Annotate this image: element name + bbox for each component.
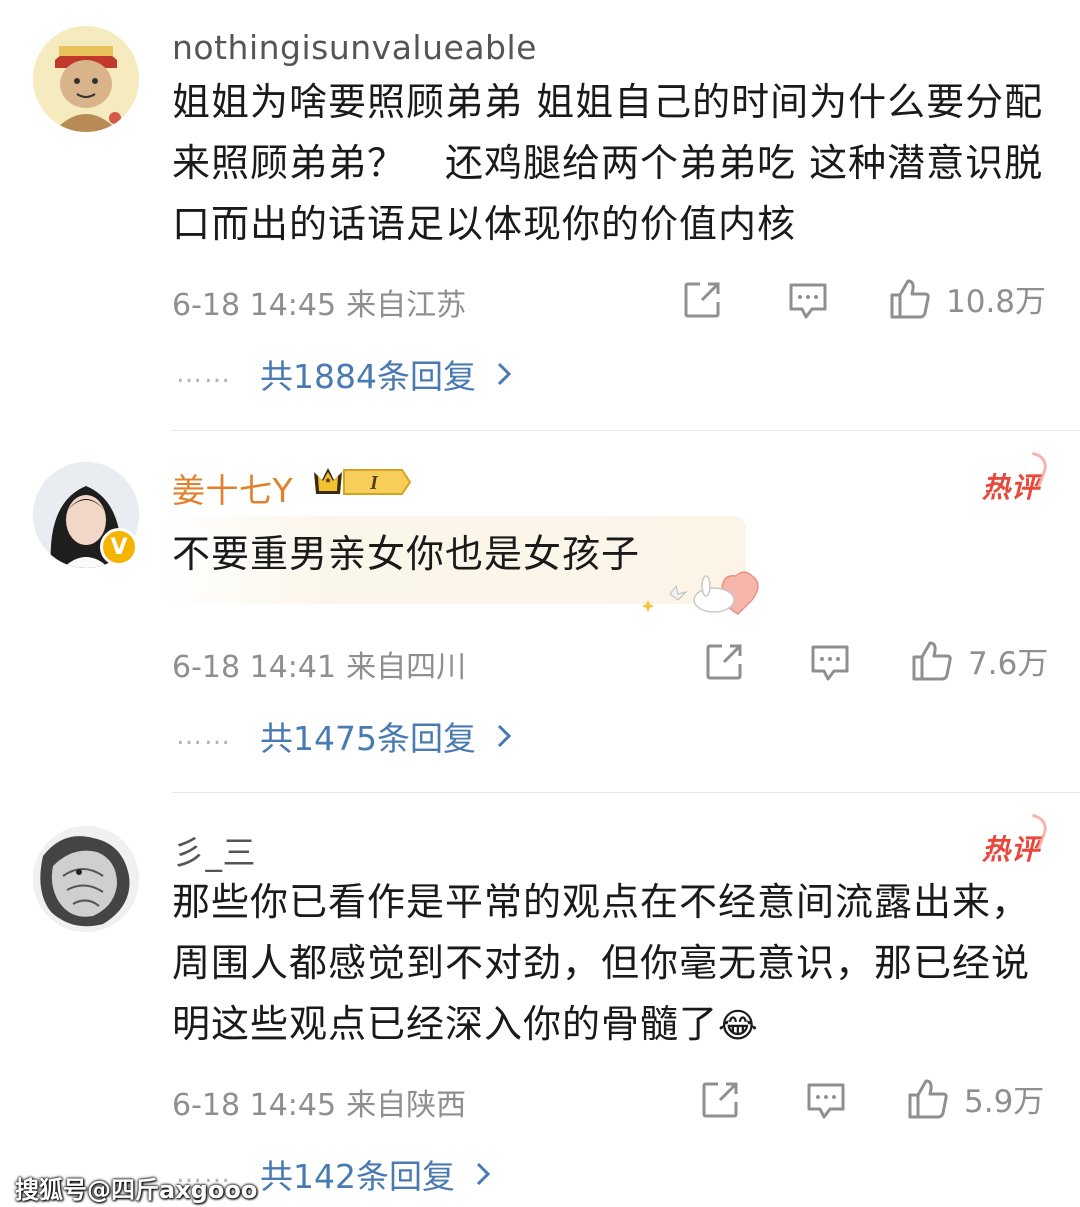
like-count: 10.8万 [946, 284, 1047, 320]
username-text: 姜十七Y [172, 471, 294, 510]
like-button[interactable]: 5.9万 [906, 1076, 1044, 1121]
replies-link[interactable]: …… 共1884条回复 [176, 350, 512, 398]
comment-text: 不要重男亲女你也是女孩子 [172, 532, 641, 576]
like-icon [890, 279, 930, 318]
verified-v-icon: V [100, 528, 138, 566]
chevron-right-icon [476, 1162, 491, 1186]
comment-meta: 6-18 14:45 来自江苏 [172, 280, 466, 324]
replies-label: 共142条回复 [260, 1157, 455, 1196]
like-count: 7.6万 [968, 646, 1049, 682]
comment-location: 来自陕西 [346, 1088, 467, 1123]
like-icon [908, 1079, 948, 1118]
comment-text: 那些你已看作是平常的观点在不经意间流露出来，周围人都感觉到不对劲，但你毫无意识，… [172, 872, 1052, 1057]
share-icon[interactable] [702, 640, 746, 684]
laughing-crying-emoji: 😂 [718, 1006, 759, 1046]
share-icon[interactable] [698, 1078, 742, 1122]
vip-level: I [369, 472, 379, 494]
divider [172, 792, 1080, 793]
vip-badge[interactable]: I [310, 462, 414, 500]
comment-meta: 6-18 14:41 来自四川 [172, 642, 466, 686]
comment-meta: 6-18 14:45 来自陕西 [172, 1080, 466, 1124]
watermark: 搜狐号@四斤axgooo [15, 1176, 258, 1204]
comment-location: 来自江苏 [346, 288, 467, 323]
comment-time: 6-18 14:45 [172, 288, 337, 323]
like-icon [912, 641, 952, 680]
comment-text-content: 那些你已看作是平常的观点在不经意间流露出来，周围人都感觉到不对劲，但你毫无意识，… [172, 880, 1031, 1046]
comment-text: 姐姐为啥要照顾弟弟 姐姐自己的时间为什么要分配来照顾弟弟？ 还鸡腿给两个弟弟吃 … [172, 80, 1044, 246]
avatar[interactable] [33, 26, 139, 132]
username[interactable]: 彡_三 [172, 826, 256, 874]
comment-location: 来自四川 [346, 650, 467, 685]
comment-icon[interactable] [804, 1078, 848, 1122]
hot-comment-badge: 热评 [982, 466, 1040, 506]
username[interactable]: nothingisunvalueable [172, 28, 537, 67]
chevron-right-icon [497, 724, 512, 748]
comment-time: 6-18 14:41 [172, 650, 337, 685]
hot-comment-badge: 热评 [982, 828, 1040, 868]
replies-label: 共1884条回复 [260, 357, 476, 396]
avatar[interactable] [33, 826, 139, 932]
dots: …… [176, 721, 232, 751]
comment-icon[interactable] [808, 640, 852, 684]
replies-label: 共1475条回复 [260, 719, 476, 758]
bunny-heart-decoration [642, 571, 759, 615]
share-icon[interactable] [680, 278, 724, 322]
divider [172, 430, 1080, 431]
like-count: 5.9万 [964, 1084, 1045, 1120]
comment-icon[interactable] [786, 278, 830, 322]
comment-time: 6-18 14:45 [172, 1088, 337, 1123]
dots: …… [176, 359, 232, 389]
chevron-right-icon [497, 362, 512, 386]
username[interactable]: 姜十七Y [172, 464, 293, 512]
like-button[interactable]: 7.6万 [910, 638, 1048, 683]
replies-link[interactable]: …… 共1475条回复 [176, 712, 512, 760]
like-button[interactable]: 10.8万 [888, 276, 1046, 321]
